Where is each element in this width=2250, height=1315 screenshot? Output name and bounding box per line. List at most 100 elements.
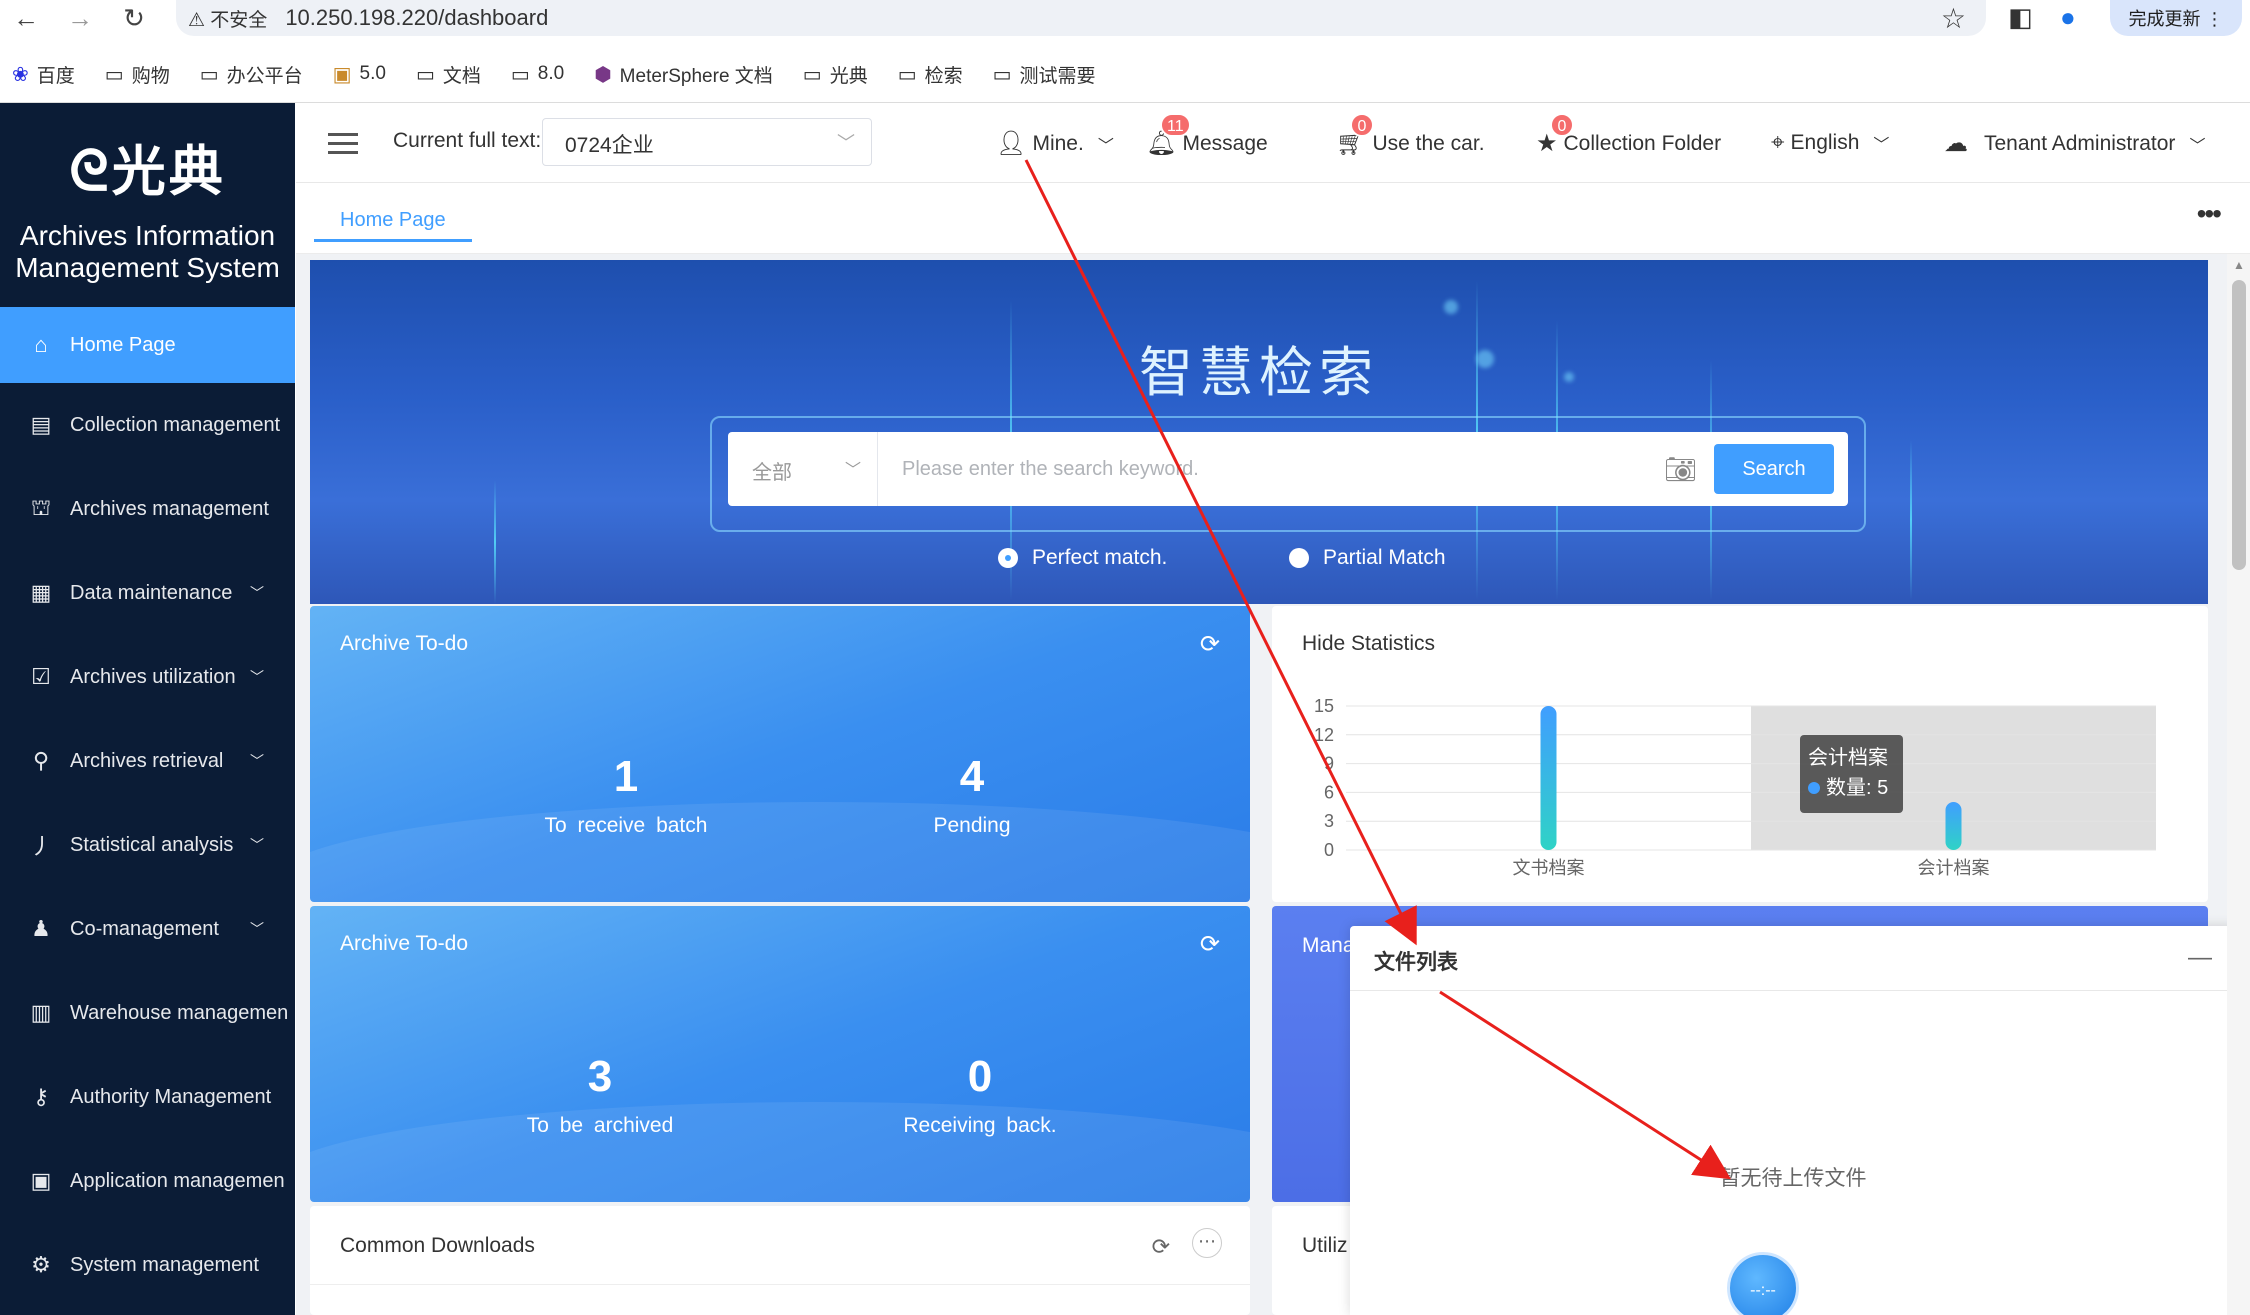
folder-icon: ▭ xyxy=(510,63,530,86)
scroll-up-icon[interactable]: ▲ xyxy=(2233,258,2245,272)
stat-value[interactable]: 0 xyxy=(830,1052,1130,1102)
bookmark-8[interactable]: ▭ 8.0 xyxy=(511,62,564,87)
collection-badge: 0 xyxy=(1550,113,1574,137)
sidebar-item-authority[interactable]: ⚷ Authority Management xyxy=(0,1055,295,1139)
radio-partial-match[interactable]: Partial Match xyxy=(1289,546,1446,570)
sidebar-item-utilization[interactable]: ☑ Archives utilization ﹀ xyxy=(0,635,295,719)
car-button[interactable]: 🛒︎ 0 Use the car. xyxy=(1336,113,1485,158)
folder-icon: ▭ xyxy=(104,63,124,86)
bookmarks-bar: ❀ 百度 ▭ 购物 ▭ 办公平台 ▣ 5.0 ▭ 文档 ▭ 8.0 ⬢ MeterSphere… xyxy=(0,56,2250,92)
forward-icon[interactable]: → xyxy=(60,0,100,36)
back-icon[interactable]: ← xyxy=(6,0,46,36)
tooltip-value: 数量: 5 xyxy=(1826,777,1889,799)
radio-perfect-label: Perfect match. xyxy=(1032,546,1168,569)
bookmark-shopping[interactable]: ▭ 购物 xyxy=(105,61,170,88)
card-title: Archive To-do xyxy=(340,632,469,655)
search-scope-select[interactable]: 全部 ﹀ xyxy=(728,432,878,506)
bookmark-label: 文档 xyxy=(442,65,481,87)
bookmark-label: 办公平台 xyxy=(226,65,303,87)
decor-glow xyxy=(1444,300,1458,314)
message-label: Message xyxy=(1182,131,1268,155)
tab-home[interactable]: Home Page xyxy=(314,198,472,242)
refresh-icon[interactable]: ⟳ xyxy=(1200,630,1220,659)
bookmark-search[interactable]: ▭ 检索 xyxy=(898,61,963,88)
sidebar-item-co-management[interactable]: ♟ Co-management ﹀ xyxy=(0,887,295,971)
stat-value[interactable]: 1 xyxy=(476,752,776,802)
statistics-card: Hide Statistics xyxy=(1272,606,2208,902)
refresh-icon[interactable]: ⟳ xyxy=(1152,1234,1170,1260)
search-input[interactable] xyxy=(880,432,1660,506)
sidebar-item-collection[interactable]: ▤ Collection management xyxy=(0,383,295,467)
minimize-icon[interactable]: — xyxy=(2188,944,2212,972)
search-box: 全部 ﹀ 📷︎ Search xyxy=(728,432,1848,506)
stat-value[interactable]: 3 xyxy=(450,1052,750,1102)
bookmark-metersphere[interactable]: ⬢ MeterSphere 文档 xyxy=(594,61,773,88)
address-bar[interactable]: ⚠ 不安全 10.250.198.220/dashboard ☆ xyxy=(176,0,1986,36)
folder-icon: ▭ xyxy=(415,63,435,86)
sidebar-item-system[interactable]: ⚙ System management xyxy=(0,1223,295,1307)
sidebar-item-warehouse[interactable]: ▥ Warehouse managemen xyxy=(0,971,295,1055)
collection-folder-button[interactable]: ★ 0 Collection Folder xyxy=(1536,113,1721,158)
bookmark-test[interactable]: ▭ 测试需要 xyxy=(993,61,1096,88)
home-icon: ⌂ xyxy=(34,332,48,357)
mine-menu[interactable]: 👤︎ Mine. ﹀ xyxy=(996,129,1114,158)
bookmark-office[interactable]: ▭ 办公平台 xyxy=(200,61,303,88)
sidebar-item-statistics[interactable]: ⼃ Statistical analysis ﹀ xyxy=(0,803,295,887)
upload-progress-button[interactable]: --:-- xyxy=(1727,1252,1799,1315)
sidebar-item-retrieval[interactable]: ⚲ Archives retrieval ﹀ xyxy=(0,719,295,803)
stat-label: To receive batch xyxy=(544,814,708,837)
card-title: Archive To-do xyxy=(340,932,469,955)
side-panel-icon[interactable]: ◧ xyxy=(2008,2,2033,33)
location-icon: ⌖ xyxy=(1771,129,1785,156)
bookmark-baidu[interactable]: ❀ 百度 xyxy=(12,61,75,88)
sidebar-item-data-maintenance[interactable]: ▦ Data maintenance ﹀ xyxy=(0,551,295,635)
chevron-down-icon: ﹀ xyxy=(1097,137,1114,155)
car-label: Use the car. xyxy=(1372,131,1485,155)
stat-label: To be archived xyxy=(526,1114,674,1137)
chevron-down-icon: ﹀ xyxy=(250,921,264,937)
cloud-icon: ☁ xyxy=(1944,130,1968,157)
car-badge: 0 xyxy=(1350,113,1374,137)
refresh-icon[interactable]: ⟳ xyxy=(1200,930,1220,959)
sidebar-item-application[interactable]: ▣ Application managemen xyxy=(0,1139,295,1223)
search-button[interactable]: Search xyxy=(1714,444,1834,494)
bookmark-5[interactable]: ▣ 5.0 xyxy=(333,62,386,87)
folder-icon: ▭ xyxy=(802,63,822,86)
system-title-line2: Management System xyxy=(15,252,280,283)
logo-text: 光典 xyxy=(111,140,226,203)
data-icon: ▦ xyxy=(30,580,52,605)
page-scrollbar[interactable]: ▲ xyxy=(2227,254,2250,1315)
scrollbar-thumb[interactable] xyxy=(2232,280,2246,570)
stat-value[interactable]: 4 xyxy=(822,752,1122,802)
logo-swirl-icon: ᘓ xyxy=(69,139,112,204)
more-icon[interactable]: ⋯ xyxy=(1192,1228,1222,1258)
profile-icon[interactable]: ● xyxy=(2060,2,2076,33)
sidebar-item-home[interactable]: ⌂ Home Page xyxy=(0,307,295,383)
common-downloads-card: Common Downloads ⟳ ⋯ xyxy=(310,1206,1250,1315)
update-button[interactable]: 完成更新 ⋮ xyxy=(2110,0,2242,36)
current-fulltext-select[interactable]: 0724企业 ﹀ xyxy=(542,118,872,166)
message-button[interactable]: 🔔︎ 11 Message xyxy=(1146,113,1268,158)
bookmark-docs[interactable]: ▭ 文档 xyxy=(416,61,481,88)
url-text[interactable]: 10.250.198.220/dashboard xyxy=(285,5,548,31)
sidebar-item-archives[interactable]: ⛫ Archives management xyxy=(0,467,295,551)
camera-icon[interactable]: 📷︎ xyxy=(1664,454,1697,485)
bookmark-guangdian[interactable]: ▭ 光典 xyxy=(803,61,868,88)
file-list-panel: 文件列表 — 暂无待上传文件 --:-- xyxy=(1350,926,2236,1315)
menu-toggle-icon[interactable] xyxy=(328,133,358,155)
divider xyxy=(310,1284,1250,1285)
bank-icon: ⛫ xyxy=(30,494,52,520)
security-warning[interactable]: ⚠ 不安全 xyxy=(188,5,267,32)
current-fulltext-label: Current full text: xyxy=(393,129,542,152)
reload-icon[interactable]: ↻ xyxy=(114,0,154,36)
more-icon[interactable]: ••• xyxy=(2197,198,2222,230)
metersphere-icon: ⬢ xyxy=(594,63,612,86)
language-select[interactable]: ⌖ English ﹀ xyxy=(1771,129,1889,157)
radio-perfect-match[interactable]: Perfect match. xyxy=(998,546,1167,570)
chevron-down-icon: ﹀ xyxy=(250,837,264,853)
bookmark-star-icon[interactable]: ☆ xyxy=(1941,2,1966,35)
bookmark-label: 百度 xyxy=(36,65,75,87)
browser-toolbar: ← → ↻ ⚠ 不安全 10.250.198.220/dashboard ☆ ◧… xyxy=(0,0,2250,36)
tooltip-name: 会计档案 xyxy=(1808,747,1888,769)
role-select[interactable]: ☁ Tenant Administrator ﹀ xyxy=(1944,129,2205,158)
